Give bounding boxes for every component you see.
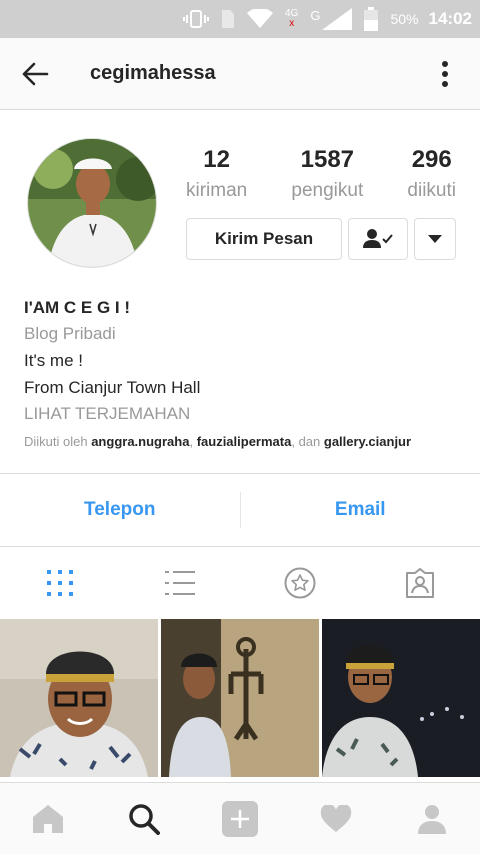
contact-bar: Telepon Email: [0, 473, 480, 547]
profile-bio: I'AM C E G I ! Blog Pribadi It's me ! Fr…: [24, 298, 464, 449]
wifi-icon: [247, 9, 274, 29]
more-vertical-icon: [442, 60, 448, 87]
see-translation-link[interactable]: LIHAT TERJEMAHAN: [24, 404, 464, 424]
top-bar: cegimahessa: [0, 38, 480, 110]
suggestions-dropdown-button[interactable]: [414, 218, 456, 260]
network-type: 4G x: [285, 8, 299, 29]
nav-home[interactable]: [0, 804, 96, 834]
email-button[interactable]: Email: [241, 499, 480, 521]
followed-by-separator: , dan: [291, 434, 324, 449]
tab-grid[interactable]: [0, 569, 120, 597]
stat-followers-label: pengikut: [291, 180, 364, 201]
sim-icon: [221, 9, 235, 29]
tab-list[interactable]: [120, 570, 240, 596]
photo-grid: [0, 619, 480, 779]
bottom-nav: [0, 782, 480, 854]
list-icon: [165, 571, 195, 595]
add-post-icon: [222, 800, 258, 837]
followed-by-user[interactable]: gallery.cianjur: [324, 434, 411, 449]
nav-add[interactable]: [192, 800, 288, 837]
followed-by: Diikuti oleh anggra.nugraha, fauzialiper…: [24, 434, 464, 449]
options-button[interactable]: [410, 38, 480, 110]
tagged-person-icon: [406, 568, 434, 598]
profile-stats: 12 kiriman 1587 pengikut 296 diikuti: [186, 146, 456, 202]
stat-posts-count: 12: [203, 146, 230, 173]
profile-category: Blog Pribadi: [24, 324, 116, 343]
followed-by-prefix: Diikuti oleh: [24, 434, 92, 449]
stat-posts-label: kiriman: [186, 180, 248, 201]
profile-username: cegimahessa: [90, 62, 216, 84]
battery-percent: 50%: [390, 11, 419, 27]
profile-tabs: [0, 547, 480, 619]
back-button[interactable]: [0, 38, 70, 110]
call-button[interactable]: Telepon: [0, 499, 240, 521]
profile-full-name: I'AM C E G I !: [24, 298, 131, 317]
post-thumbnail[interactable]: [0, 619, 158, 777]
search-icon: [129, 803, 160, 835]
status-bar: 4G x G 50% 14:02: [0, 0, 480, 38]
signal-icon: G: [310, 8, 353, 30]
stat-following-label: diikuti: [407, 180, 456, 201]
nav-profile[interactable]: [384, 804, 480, 834]
followed-by-separator: ,: [189, 434, 197, 449]
vibrate-icon: [183, 9, 210, 29]
nav-activity[interactable]: [288, 804, 384, 833]
stat-following-count: 296: [411, 146, 452, 173]
grid-icon: [47, 570, 73, 596]
tab-saved[interactable]: [240, 567, 360, 599]
heart-icon: [320, 804, 352, 832]
nav-search[interactable]: [96, 803, 192, 835]
stat-posts[interactable]: 12 kiriman: [186, 146, 247, 202]
back-arrow-icon: [22, 62, 49, 85]
star-icon: [284, 567, 316, 599]
stat-followers[interactable]: 1587 pengikut: [291, 146, 363, 202]
user-check-icon: [363, 229, 393, 248]
tab-tagged[interactable]: [360, 568, 480, 598]
caret-down-icon: [428, 235, 442, 243]
following-button[interactable]: [348, 218, 408, 260]
clock: 14:02: [428, 9, 472, 28]
followed-by-user[interactable]: anggra.nugraha: [91, 434, 189, 449]
bio-line-1: It's me !: [24, 351, 83, 370]
post-thumbnail[interactable]: [322, 619, 480, 777]
followed-by-user[interactable]: fauzialipermata: [197, 434, 292, 449]
stat-followers-count: 1587: [300, 146, 355, 173]
stat-following[interactable]: 296 diikuti: [407, 146, 456, 202]
profile-icon: [418, 804, 446, 834]
avatar[interactable]: [27, 138, 157, 268]
home-icon: [33, 804, 63, 833]
message-button[interactable]: Kirim Pesan: [186, 218, 342, 260]
post-thumbnail[interactable]: [161, 619, 319, 777]
battery-icon: [364, 7, 379, 31]
bio-line-2: From Cianjur Town Hall: [24, 378, 201, 397]
profile-actions: Kirim Pesan: [186, 218, 456, 260]
